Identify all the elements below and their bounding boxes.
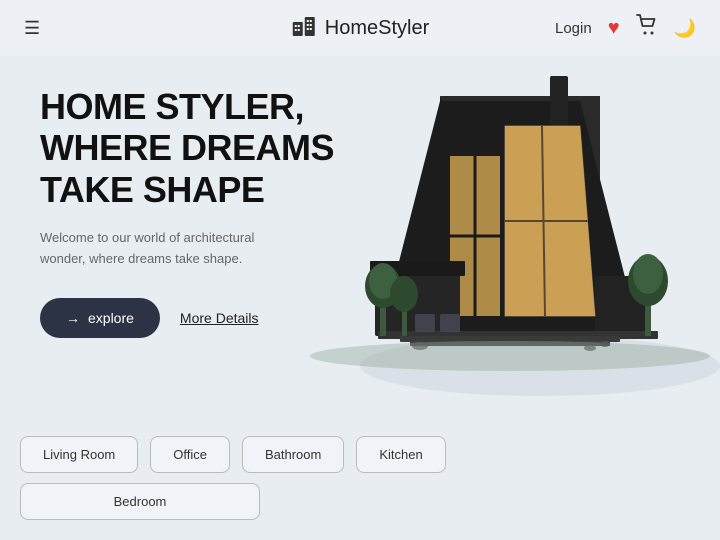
hero-title: HOME STYLER, WHERE DREAMS TAKE SHAPE [40,86,350,210]
bottom-section: Living Room Office Bathroom Kitchen Bedr… [0,436,720,520]
hamburger-icon[interactable]: ☰ [24,18,40,39]
heart-icon[interactable]: ♥ [608,17,620,40]
house-image [310,46,720,426]
left-content: HOME STYLER, WHERE DREAMS TAKE SHAPE Wel… [40,86,350,338]
hero-subtitle: Welcome to our world of architectural wo… [40,228,260,270]
header-left: ☰ [24,18,40,39]
dark-mode-icon[interactable]: 🌙 [674,18,696,39]
header-center: HomeStyler [291,12,429,44]
cart-icon[interactable] [636,14,658,42]
explore-label: explore [88,310,134,326]
header: ☰ HomeStyler Login ♥ [0,0,720,56]
pills-row-2: Bedroom [20,483,700,520]
pill-kitchen[interactable]: Kitchen [356,436,445,473]
pill-office[interactable]: Office [150,436,230,473]
brand-name: HomeStyler [325,17,429,40]
arrow-icon: → [66,310,80,326]
pill-bedroom[interactable]: Bedroom [20,483,260,520]
login-button[interactable]: Login [555,20,592,37]
pills-row-1: Living Room Office Bathroom Kitchen [20,436,700,473]
cta-row: → explore More Details [40,298,350,338]
pill-bathroom[interactable]: Bathroom [242,436,344,473]
main-content: HOME STYLER, WHERE DREAMS TAKE SHAPE Wel… [0,56,720,430]
brand-icon [291,12,317,44]
header-right: Login ♥ 🌙 [555,14,696,42]
explore-button[interactable]: → explore [40,298,160,338]
more-details-link[interactable]: More Details [180,310,259,326]
pill-living-room[interactable]: Living Room [20,436,138,473]
